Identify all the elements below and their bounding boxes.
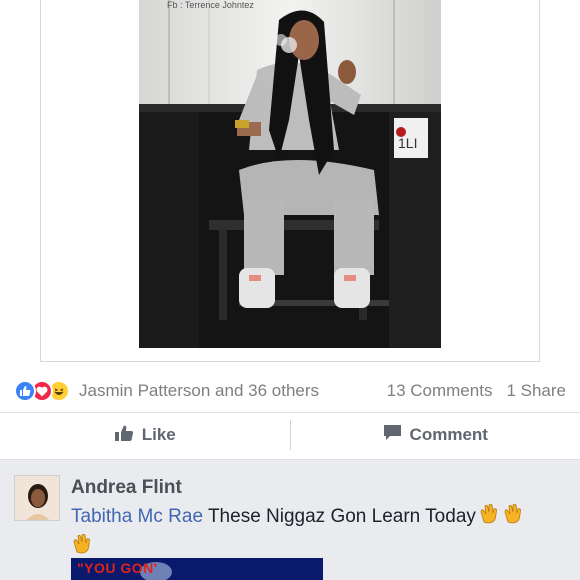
- comment-icon: [383, 424, 402, 447]
- comment-author[interactable]: Andrea Flint: [71, 477, 182, 499]
- reaction-icons[interactable]: [14, 380, 70, 402]
- photo-caption: Fb : Terrence Johntez: [167, 0, 254, 10]
- like-icon: [14, 380, 36, 402]
- reaction-names[interactable]: Jasmin Patterson and 36 others: [79, 381, 319, 401]
- engagement-counts: 13 Comments 1 Share: [387, 381, 566, 401]
- comment-text: Tabitha Mc Rae These Niggaz Gon Learn To…: [71, 502, 566, 562]
- like-label: Like: [141, 425, 176, 444]
- divider: [0, 412, 580, 413]
- like-button[interactable]: Like: [0, 414, 290, 456]
- action-bar: Like Comment: [0, 414, 580, 456]
- comment-message: These Niggaz Gon Learn Today: [207, 506, 476, 528]
- svg-text:1LI: 1LI: [398, 135, 417, 151]
- reactions-bar[interactable]: Jasmin Patterson and 36 others 13 Commen…: [0, 372, 580, 410]
- mention-link[interactable]: Tabitha Mc Rae: [71, 506, 203, 527]
- comment: Andrea Flint Tabitha Mc Rae These Niggaz…: [0, 460, 580, 580]
- comment-gif[interactable]: "YOU GON': [71, 558, 323, 580]
- post-card: 1LI Fb: Terrence Johntez Jasmin Patters…: [0, 0, 580, 460]
- shares-count[interactable]: 1 Share: [506, 381, 566, 401]
- comment-button[interactable]: Comment: [291, 414, 580, 456]
- gif-text: "YOU GON': [77, 560, 158, 576]
- post-photo-frame: 1LI Fb: Terrence Johntez: [40, 0, 540, 362]
- post-photo[interactable]: 1LI Fb: Terrence Johntez: [139, 0, 441, 348]
- clapping-hands-icon: [502, 502, 524, 532]
- avatar[interactable]: [14, 475, 60, 521]
- clapping-hands-icon: [478, 502, 500, 532]
- comments-count[interactable]: 13 Comments: [387, 381, 493, 401]
- thumbs-up-icon: [114, 424, 134, 447]
- comment-label: Comment: [409, 425, 488, 444]
